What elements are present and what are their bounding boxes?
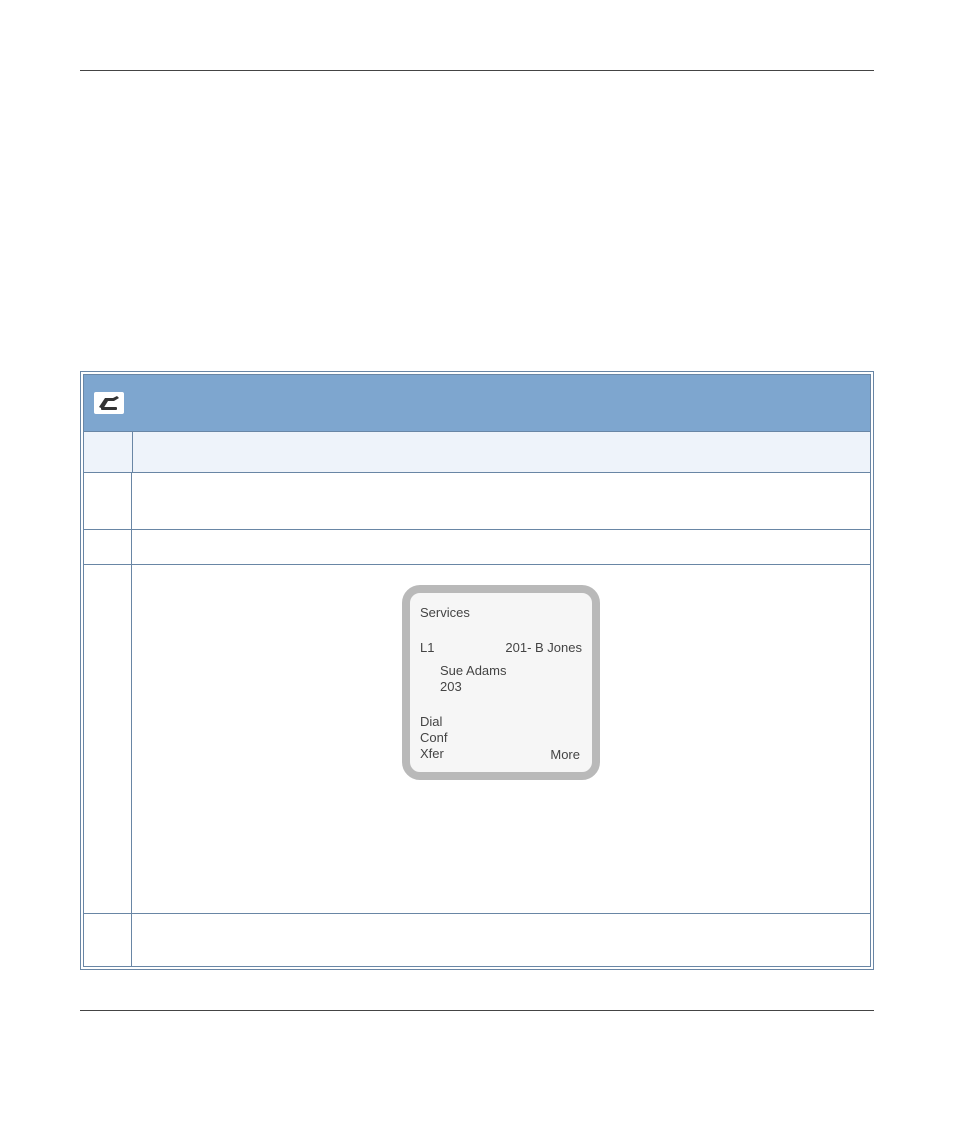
phone-line-info: 201- B Jones	[505, 640, 582, 655]
table-row	[84, 913, 870, 966]
softkey-conf: Conf	[420, 730, 582, 746]
phone-line-row: L1 201- B Jones	[420, 640, 582, 655]
row-right-cell: Services L1 201- B Jones Sue Adams 203 D…	[132, 565, 870, 913]
phone-directory-entry: Sue Adams 203	[440, 663, 582, 696]
top-divider	[80, 70, 874, 71]
phone-title: Services	[420, 605, 582, 620]
sub-header-left-cell	[84, 432, 133, 472]
row-left-cell	[84, 473, 132, 529]
phone-line-label: L1	[420, 640, 434, 655]
row-left-cell	[84, 530, 132, 564]
row-right-cell	[132, 914, 870, 966]
bottom-divider	[80, 1010, 874, 1011]
table-row	[84, 472, 870, 529]
table-row	[84, 529, 870, 564]
row-left-cell	[84, 914, 132, 966]
row-right-cell	[132, 473, 870, 529]
softkey-dial: Dial	[420, 714, 582, 730]
phone-display-container: Services L1 201- B Jones Sue Adams 203 D…	[132, 585, 870, 780]
instruction-table-inner: Services L1 201- B Jones Sue Adams 203 D…	[83, 374, 871, 967]
entry-extension: 203	[440, 679, 582, 695]
instruction-table: Services L1 201- B Jones Sue Adams 203 D…	[80, 371, 874, 970]
row-left-cell	[84, 565, 132, 913]
softkey-more: More	[550, 747, 580, 762]
phone-icon	[94, 392, 124, 414]
table-sub-header	[84, 431, 870, 472]
row-right-cell	[132, 530, 870, 564]
entry-name: Sue Adams	[440, 663, 582, 679]
table-row: Services L1 201- B Jones Sue Adams 203 D…	[84, 564, 870, 913]
table-title-bar	[84, 375, 870, 431]
phone-display: Services L1 201- B Jones Sue Adams 203 D…	[402, 585, 600, 780]
document-page: Services L1 201- B Jones Sue Adams 203 D…	[0, 0, 954, 1051]
